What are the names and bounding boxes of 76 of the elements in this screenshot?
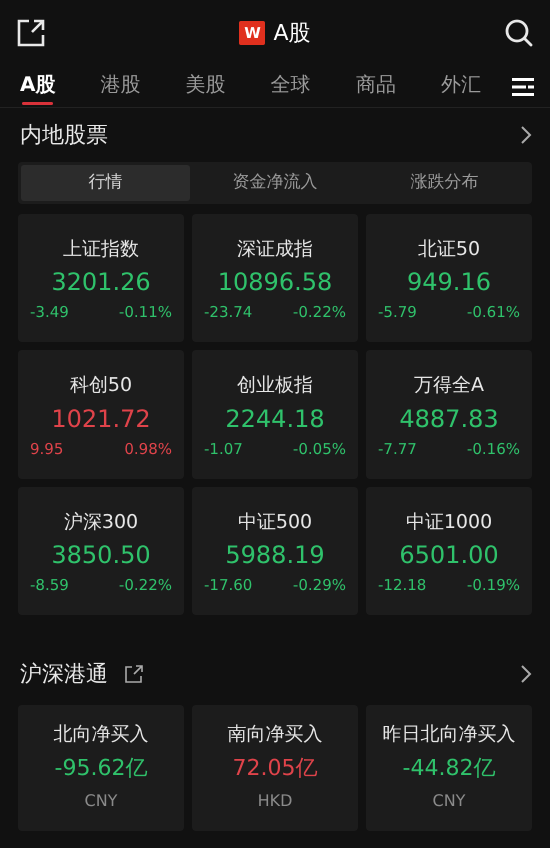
segment-tab[interactable]: 涨跌分布 (360, 165, 529, 200)
flow-card[interactable]: 南向净买入 72.05亿 HKD (192, 705, 358, 831)
chevron-right-icon[interactable] (520, 664, 532, 684)
currency-label: CNY (84, 790, 118, 812)
index-price: 3850.50 (50, 540, 152, 572)
currency-label: CNY (432, 790, 466, 812)
index-percent: -0.22% (118, 575, 172, 596)
index-card[interactable]: 万得全A 4887.83 -7.77 -0.16% (366, 350, 532, 479)
index-name: 科创50 (68, 374, 134, 397)
index-change: -23.74 (204, 302, 252, 324)
index-percent: -0.22% (292, 302, 346, 324)
flow-name: 北向净买入 (52, 723, 150, 746)
index-card[interactable]: 深证成指 10896.58 -23.74 -0.22% (192, 214, 358, 342)
index-change: -12.18 (378, 575, 426, 596)
index-card[interactable]: 科创50 1021.72 9.95 0.98% (18, 350, 184, 479)
index-card[interactable]: 中证500 5988.19 -17.60 -0.29% (192, 486, 358, 616)
index-percent: -0.19% (466, 575, 520, 596)
share-icon[interactable] (16, 18, 46, 48)
segment-tab[interactable]: 行情 (21, 165, 190, 200)
index-price: 10896.58 (216, 267, 334, 298)
index-percent: 0.98% (124, 438, 172, 460)
market-tab[interactable]: 全球 (270, 68, 311, 104)
index-card[interactable]: 上证指数 3201.26 -3.49 -0.11% (18, 214, 184, 342)
index-name: 中证500 (236, 510, 314, 534)
index-name: 北证50 (416, 238, 482, 260)
index-change: 9.95 (30, 438, 64, 460)
section-title: 内地股票 (20, 122, 108, 150)
market-tab[interactable]: A股 (20, 68, 56, 104)
index-price: 5988.19 (224, 540, 326, 572)
index-change: -1.07 (204, 438, 243, 460)
index-name: 创业板指 (236, 374, 314, 397)
logo-icon: W (239, 21, 266, 45)
flow-card[interactable]: 北向净买入 -95.62亿 CNY (18, 705, 184, 831)
market-tab[interactable]: 商品 (356, 68, 396, 104)
chevron-right-icon[interactable] (520, 125, 532, 145)
index-price: 1021.72 (50, 404, 152, 435)
index-card[interactable]: 中证1000 6501.00 -12.18 -0.19% (366, 486, 532, 616)
index-percent: -0.16% (466, 438, 520, 460)
external-link-icon[interactable] (124, 664, 144, 684)
index-name: 深证成指 (236, 238, 314, 260)
index-change: -17.60 (204, 575, 252, 596)
index-change: -8.59 (30, 575, 69, 596)
index-change: -7.77 (378, 438, 417, 460)
index-percent: -0.61% (466, 302, 520, 324)
index-change: -3.49 (30, 302, 69, 324)
flow-name: 南向净买入 (226, 723, 324, 746)
section-title: 沪深港通 (20, 660, 108, 689)
flow-amount: 72.05亿 (232, 754, 318, 783)
index-price: 6501.00 (398, 540, 500, 572)
index-price: 2244.18 (224, 404, 326, 435)
flow-name: 昨日北向净买入 (382, 723, 516, 746)
market-tab[interactable]: 港股 (100, 68, 141, 104)
index-change: -5.79 (378, 302, 417, 324)
index-card[interactable]: 北证50 949.16 -5.79 -0.61% (366, 214, 532, 342)
index-name: 万得全A (413, 374, 485, 397)
index-price: 3201.26 (50, 267, 152, 298)
index-card[interactable]: 创业板指 2244.18 -1.07 -0.05% (192, 350, 358, 479)
index-price: 949.16 (406, 267, 492, 298)
index-name: 沪深300 (62, 510, 140, 534)
segment-tab[interactable]: 资金净流入 (190, 165, 360, 200)
index-percent: -0.29% (292, 575, 346, 596)
flow-amount: -44.82亿 (402, 754, 496, 783)
search-icon[interactable] (504, 18, 534, 48)
index-name: 上证指数 (62, 238, 140, 260)
market-tab[interactable]: 外汇 (440, 68, 481, 104)
flow-amount: -95.62亿 (54, 754, 148, 783)
flow-card[interactable]: 昨日北向净买入 -44.82亿 CNY (366, 705, 532, 831)
currency-label: HKD (256, 790, 294, 812)
index-name: 中证1000 (404, 510, 494, 534)
index-percent: -0.11% (118, 302, 172, 324)
index-percent: -0.05% (292, 438, 346, 460)
page-title: A股 (273, 20, 311, 48)
menu-icon[interactable] (512, 78, 534, 96)
market-tab[interactable]: 美股 (186, 68, 226, 104)
index-card[interactable]: 沪深300 3850.50 -8.59 -0.22% (18, 486, 184, 616)
index-price: 4887.83 (398, 404, 500, 435)
